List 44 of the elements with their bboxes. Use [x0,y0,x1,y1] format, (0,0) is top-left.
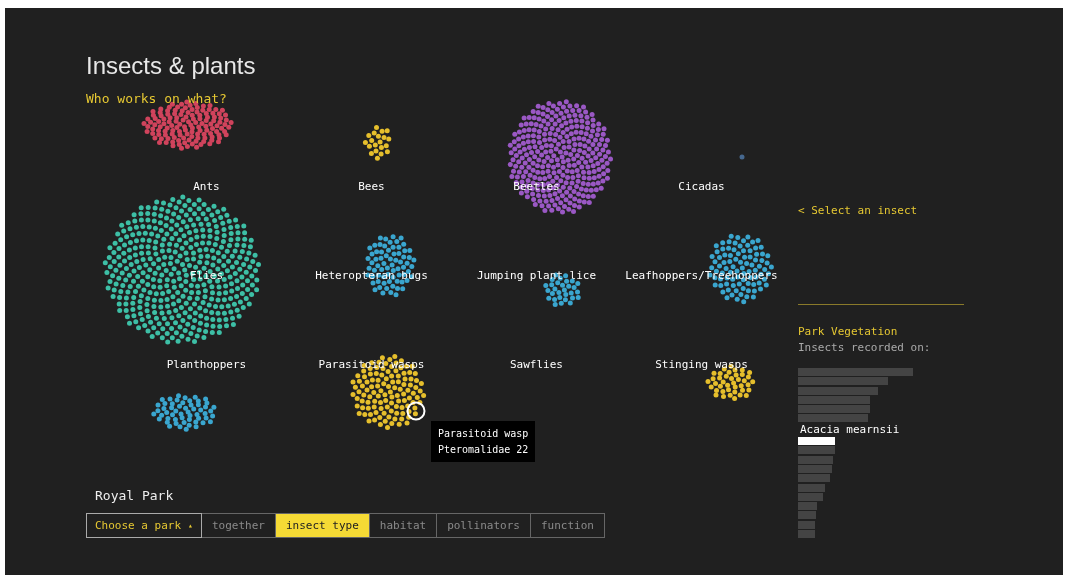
bar [798,502,817,511]
highlight-ring [406,401,426,421]
back-link[interactable]: < Select an insect [798,204,918,218]
section-subtitle: Insects recorded on: [798,341,931,355]
dot-cluster[interactable] [705,363,756,401]
bar [798,483,825,492]
park-dropdown[interactable]: Choose a park ▴ [86,513,202,538]
bar [798,464,832,473]
tab[interactable]: insect type [275,513,370,538]
group-label: Stinging wasps [655,358,748,371]
dot-cluster[interactable] [739,154,745,160]
bar-label: Acacia mearnsii [800,423,900,436]
dot-cluster[interactable] [102,194,261,345]
group-label: Flies [189,269,224,282]
caret-icon: ▴ [188,521,193,530]
group-label: Cicadas [678,180,725,193]
bar [798,520,815,529]
section-title: Park Vegetation [798,325,898,339]
dot-cluster[interactable] [362,125,392,161]
bar [798,446,835,455]
tab[interactable]: habitat [369,513,438,538]
group-label: Bees [358,180,385,193]
tab[interactable]: function [531,513,605,538]
bar [798,474,830,483]
bar [798,405,870,414]
group-label: Sawflies [510,358,563,371]
bar [798,395,870,404]
bar [798,414,868,423]
tooltip-text: Pteromalidae 22 [438,443,529,456]
park-name: Royal Park [95,488,174,504]
tab[interactable]: pollinators [437,513,531,538]
tooltip-text: Parasitoid wasp [438,427,529,440]
group-label: Ants [193,180,220,193]
dot-cluster[interactable] [507,99,613,215]
group-label: Planthoppers [166,358,247,371]
bar [798,511,816,520]
bar [798,530,815,539]
bar [798,492,823,501]
bar [798,437,835,446]
tab[interactable]: together [201,513,276,538]
dot-cluster[interactable] [151,393,217,432]
page-subtitle: Who works on what? [86,91,227,107]
bar [798,455,833,464]
page-title: Insects & plants [86,51,256,81]
